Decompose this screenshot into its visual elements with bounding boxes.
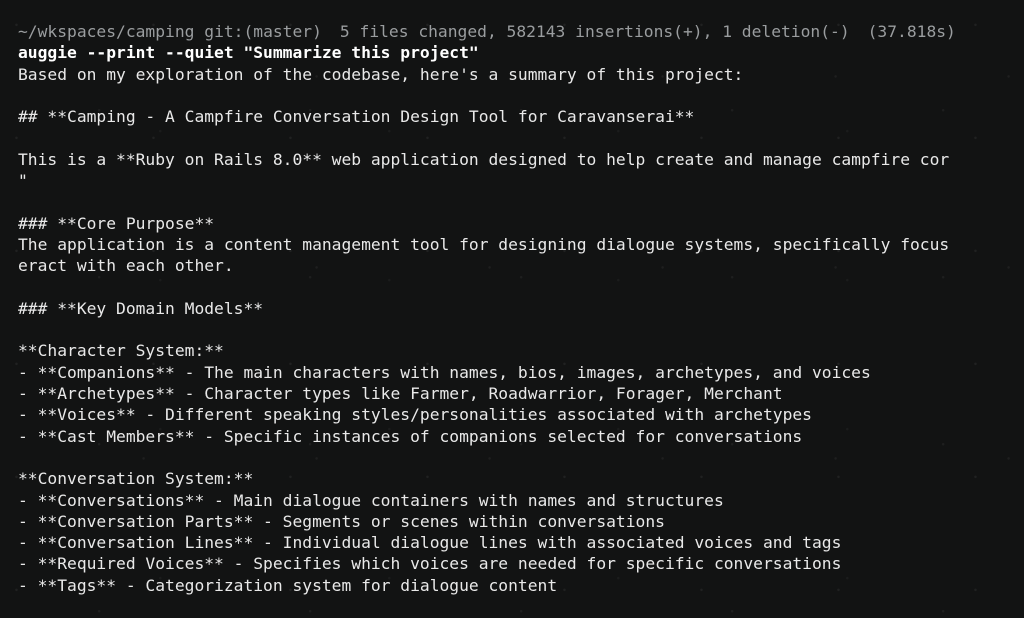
- output-line: Based on my exploration of the codebase,…: [18, 64, 744, 84]
- output-line: The application is a content management …: [18, 234, 950, 254]
- terminal-window[interactable]: ~/wkspaces/camping git:(master) 5 files c…: [0, 0, 1024, 618]
- command-line: auggie --print --quiet "Summarize this p…: [18, 43, 479, 63]
- output-line: ## **Camping - A Campfire Conversation D…: [18, 107, 695, 127]
- output-line: ### **Key Domain Models**: [18, 298, 264, 318]
- output-line: **Conversation System:**: [18, 469, 254, 489]
- output-line: - **Cast Members** - Specific instances …: [18, 426, 803, 446]
- diff-summary: 5 files changed, 582143 insertions(+), 1…: [339, 22, 850, 41]
- output-line: ": [18, 171, 28, 191]
- output-line: eract with each other.: [18, 256, 234, 276]
- output-line: - **Tags** - Categorization system for d…: [18, 575, 558, 595]
- output-line: - **Voices** - Different speaking styles…: [18, 405, 812, 425]
- output-line: **Character System:**: [18, 341, 224, 361]
- terminal-content: ~/wkspaces/camping git:(master) 5 files c…: [18, 21, 1024, 596]
- git-branch: git:(master): [204, 22, 322, 41]
- cwd-path: ~/wkspaces/camping: [18, 22, 195, 41]
- output-line: ### **Core Purpose**: [18, 213, 215, 233]
- elapsed-time: (37.818s): [867, 22, 956, 41]
- status-line: ~/wkspaces/camping git:(master) 5 files c…: [18, 21, 1024, 42]
- output-line: - **Required Voices** - Specifies which …: [18, 554, 842, 574]
- output-line: - **Conversation Lines** - Individual di…: [18, 533, 842, 553]
- output-line: - **Conversation Parts** - Segments or s…: [18, 511, 665, 531]
- output-line: - **Conversations** - Main dialogue cont…: [18, 490, 724, 510]
- output-line: - **Companions** - The main characters w…: [18, 362, 871, 382]
- output-line: - **Archetypes** - Character types like …: [18, 384, 783, 404]
- output-line: This is a **Ruby on Rails 8.0** web appl…: [18, 149, 950, 169]
